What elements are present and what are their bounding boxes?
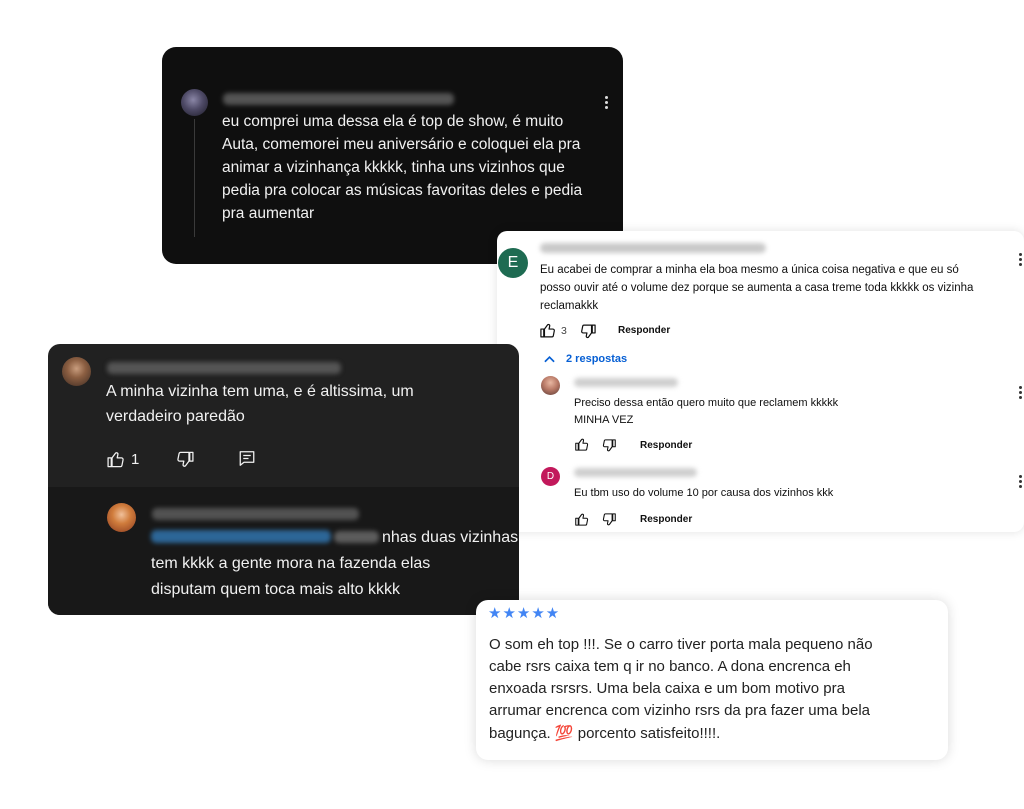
avatar-letter: D [546, 471, 555, 482]
comment-text-line: Eu acabei de comprar a minha ela boa mes… [540, 264, 959, 276]
avatar[interactable] [62, 357, 91, 386]
more-options-icon[interactable] [1019, 253, 1023, 268]
more-options-icon[interactable] [1019, 475, 1023, 490]
comment-text-line: animar a vizinhança kkkkk, tinha uns viz… [222, 159, 565, 176]
comment-text-line: reclamakkk [540, 300, 599, 312]
chevron-up-icon[interactable] [544, 355, 555, 363]
avatar[interactable] [107, 503, 136, 532]
comment-text-line: Auta, comemorei meu aniversário e coloqu… [222, 136, 581, 153]
username-timestamp [107, 362, 341, 374]
avatar[interactable] [181, 89, 208, 116]
dislike-icon[interactable] [579, 323, 597, 340]
reply-text-line: disputam quem toca mais alto kkkk [151, 581, 400, 598]
mention-link[interactable] [151, 530, 331, 543]
star-rating: ★★★★★ [488, 605, 561, 622]
reply-text-line: tem kkkk a gente mora na fazenda elas [151, 555, 431, 572]
avatar[interactable]: E [498, 248, 528, 278]
review-text-line: cabe rsrs caixa tem q ir no banco. A don… [489, 658, 851, 675]
comment-text-line: pra aumentar [222, 205, 315, 222]
reply-button[interactable]: Responder [618, 325, 670, 336]
like-count: 3 [561, 325, 567, 337]
avatar[interactable]: D [541, 467, 560, 486]
reply-text-line: nhas duas vizinhas [382, 529, 519, 546]
review-text-line: arrumar encrenca com vizinho rsrs da pra… [489, 702, 870, 719]
review-text-line: bagunça. 💯 porcento satisfeito!!!!. [489, 725, 721, 742]
comment-card-3: A minha vizinha tem uma, e é altissima, … [48, 344, 519, 615]
username-timestamp [574, 468, 697, 477]
reply-button[interactable]: Responder [640, 514, 692, 525]
username-timestamp [540, 243, 766, 253]
comment-icon[interactable] [238, 449, 256, 468]
comment-text-line: eu comprei uma dessa ela é top de show, … [222, 113, 564, 130]
reply-text-line: Eu tbm uso do volume 10 por causa dos vi… [574, 487, 834, 499]
dislike-icon[interactable] [601, 512, 617, 527]
avatar[interactable] [541, 376, 560, 395]
comment-card-2: E Eu acabei de comprar a minha ela boa m… [497, 231, 1024, 532]
like-count: 1 [131, 451, 140, 468]
like-icon[interactable] [106, 450, 126, 469]
avatar-letter: E [507, 254, 519, 271]
like-icon[interactable] [574, 437, 590, 452]
comment-text-line: A minha vizinha tem uma, e é altissima, … [106, 383, 414, 400]
more-options-icon[interactable] [605, 96, 609, 111]
dislike-icon[interactable] [175, 450, 195, 469]
review-text-line: enxoada rsrsrs. Uma bela caixa e um bom … [489, 680, 845, 697]
like-icon[interactable] [539, 322, 557, 339]
username-timestamp [152, 508, 359, 520]
comment-text-line: posso ouvir até o volume dez porque se a… [540, 282, 974, 294]
dislike-icon[interactable] [601, 438, 617, 453]
comment-text-line: pedia pra colocar as músicas favoritas d… [222, 182, 583, 199]
reply-button[interactable]: Responder [640, 440, 692, 451]
blurred-text [334, 531, 379, 543]
reply-text-line: Preciso dessa então quero muito que recl… [574, 397, 839, 409]
more-options-icon[interactable] [1019, 386, 1023, 401]
review-text-line: O som eh top !!!. Se o carro tiver porta… [489, 636, 873, 653]
replies-toggle[interactable]: 2 respostas [566, 353, 627, 365]
thread-line [194, 119, 195, 237]
username-timestamp [223, 93, 454, 105]
comment-text-line: verdadeiro paredão [106, 408, 245, 425]
like-icon[interactable] [574, 512, 590, 527]
username-timestamp [574, 378, 678, 387]
reply-text-line: MINHA VEZ [574, 414, 634, 426]
review-card: ★★★★★ O som eh top !!!. Se o carro tiver… [476, 600, 948, 760]
